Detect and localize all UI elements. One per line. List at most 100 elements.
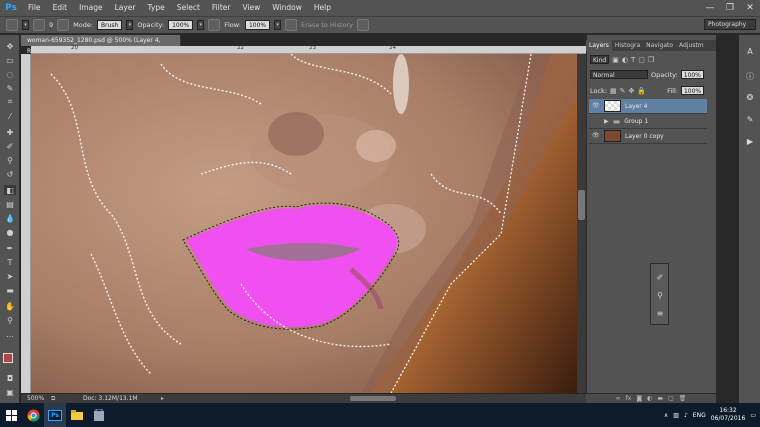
quick-mask-icon[interactable]: ◘	[4, 373, 16, 383]
layer-opacity-input[interactable]: 100%	[680, 70, 704, 79]
volume-icon[interactable]: ♪	[684, 412, 688, 419]
add-mask-icon[interactable]: ◙	[636, 395, 642, 402]
zoom-tool-icon[interactable]: ⚲	[4, 315, 16, 325]
menu-view[interactable]: View	[236, 0, 266, 16]
tab-histogram[interactable]: Histogra	[612, 40, 643, 51]
menu-edit[interactable]: Edit	[47, 0, 74, 16]
blend-mode-select[interactable]: Normal	[590, 70, 648, 79]
eyedropper-tool-icon[interactable]: ⁄	[4, 111, 16, 121]
blur-tool-icon[interactable]: 💧	[4, 213, 16, 223]
rectangle-tool-icon[interactable]: ▬	[4, 285, 16, 295]
kind-filter-select[interactable]: Kind	[590, 55, 610, 64]
menu-select[interactable]: Select	[171, 0, 206, 16]
lock-position-icon[interactable]: ✥	[629, 87, 635, 95]
mode-dropdown-icon[interactable]: ▾	[126, 20, 134, 30]
horizontal-scroll-thumb[interactable]	[350, 396, 396, 401]
tool-preset-dropdown[interactable]: ▾	[22, 20, 29, 30]
quick-select-tool-icon[interactable]: ✎	[4, 83, 16, 93]
flow-input[interactable]: 100%	[244, 20, 271, 30]
maximize-button[interactable]: ❐	[720, 0, 740, 16]
lock-pixels-icon[interactable]: ✎	[620, 87, 626, 95]
tab-layers[interactable]: Layers	[586, 40, 612, 51]
menu-file[interactable]: File	[22, 0, 47, 16]
brush-tool-icon[interactable]: ✐	[4, 141, 16, 151]
new-group-icon[interactable]: ▬	[657, 395, 663, 402]
actions-panel-icon[interactable]: ▶	[744, 137, 756, 149]
store-app-icon[interactable]	[88, 403, 110, 427]
filter-adjustment-icon[interactable]: ◐	[622, 56, 628, 64]
flow-dropdown-icon[interactable]: ▾	[274, 20, 282, 30]
vertical-scrollbar[interactable]	[577, 54, 586, 393]
foreground-color-swatch[interactable]	[3, 353, 13, 363]
file-explorer-icon[interactable]	[66, 403, 88, 427]
opacity-dropdown-icon[interactable]: ▾	[197, 20, 205, 30]
lasso-tool-icon[interactable]: ◌	[4, 69, 16, 79]
tab-navigator[interactable]: Navigato	[643, 40, 676, 51]
filter-type-icon[interactable]: T	[631, 56, 635, 64]
visibility-eye-icon[interactable]: 👁	[592, 132, 600, 140]
clock[interactable]: 16:32 06/07/2016	[711, 407, 746, 423]
brush-settings-icon[interactable]: ✐	[654, 272, 666, 282]
delete-layer-icon[interactable]: 🗑	[679, 395, 687, 402]
more-tools-icon[interactable]: …	[4, 329, 16, 339]
photoshop-taskbar-icon[interactable]: Ps	[44, 403, 66, 427]
lock-all-icon[interactable]: 🔒	[637, 87, 646, 95]
fill-input[interactable]: 100%	[680, 86, 705, 95]
move-tool-icon[interactable]: ✥	[4, 41, 16, 51]
image-canvas[interactable]	[31, 54, 577, 393]
screen-mode-icon[interactable]: ▣	[4, 387, 16, 397]
chrome-icon[interactable]	[22, 403, 44, 427]
notes-panel-icon[interactable]: ✎	[744, 115, 756, 127]
vertical-scroll-thumb[interactable]	[578, 190, 585, 220]
airbrush-icon[interactable]	[285, 19, 298, 31]
layer-style-icon[interactable]: fx	[626, 395, 632, 402]
lock-transparent-icon[interactable]: ▦	[610, 87, 617, 95]
layer-row[interactable]: 👁 Layer 0 copy	[589, 129, 707, 144]
menu-image[interactable]: Image	[73, 0, 109, 16]
minimize-button[interactable]: —	[700, 0, 720, 16]
healing-brush-tool-icon[interactable]: ✚	[4, 127, 16, 137]
menu-layer[interactable]: Layer	[109, 0, 142, 16]
brush-panel-icon[interactable]	[57, 19, 70, 31]
filter-pixel-icon[interactable]: ▣	[612, 56, 619, 64]
menu-window[interactable]: Window	[266, 0, 308, 16]
link-layers-icon[interactable]: ∞	[616, 395, 621, 402]
path-select-tool-icon[interactable]: ➤	[4, 271, 16, 281]
menu-type[interactable]: Type	[142, 0, 171, 16]
info-panel-icon[interactable]: ⓘ	[744, 71, 756, 83]
layer-row[interactable]: ▶ ▬ Group 1	[589, 114, 707, 129]
show-hidden-icons-icon[interactable]: ∧	[664, 412, 668, 419]
filter-smart-object-icon[interactable]: ❒	[648, 56, 654, 64]
expand-group-arrow-icon[interactable]: ▶	[604, 118, 609, 125]
brush-preset-icon[interactable]	[33, 19, 45, 31]
erase-to-history-checkbox[interactable]: Erase to History	[301, 21, 353, 29]
notifications-icon[interactable]: ▭	[750, 412, 756, 419]
visibility-eye-icon[interactable]	[592, 117, 600, 125]
tool-presets-icon[interactable]: ≡	[654, 308, 666, 318]
tab-adjustments[interactable]: Adjustm	[676, 40, 707, 51]
eraser-tool-icon[interactable]: ◧	[4, 185, 16, 195]
windows-start-icon[interactable]	[0, 403, 22, 427]
filter-shape-icon[interactable]: ▢	[638, 56, 645, 64]
document-tab[interactable]: woman-659352_1280.psd @ 500% (Layer 4, R…	[21, 35, 181, 55]
adjustment-layer-icon[interactable]: ◐	[647, 395, 652, 402]
eraser-tool-preset-icon[interactable]	[6, 19, 18, 31]
dodge-tool-icon[interactable]: ●	[4, 227, 16, 237]
visibility-eye-icon[interactable]: 👁	[592, 102, 600, 110]
pressure-size-icon[interactable]	[357, 19, 370, 31]
hand-tool-icon[interactable]: ✋	[4, 301, 16, 311]
menu-filter[interactable]: Filter	[206, 0, 237, 16]
marquee-tool-icon[interactable]: ▭	[4, 55, 16, 65]
language-indicator[interactable]: ENG	[693, 412, 706, 419]
clone-stamp-tool-icon[interactable]: ⚲	[4, 155, 16, 165]
styles-panel-icon[interactable]: ❂	[744, 93, 756, 105]
mode-select[interactable]: Brush	[97, 20, 123, 30]
close-button[interactable]: ✕	[740, 0, 760, 16]
workspace-select[interactable]: Photography	[704, 19, 756, 30]
layer-row[interactable]: 👁 Layer 4	[589, 99, 707, 114]
pen-tool-icon[interactable]: ✒	[4, 243, 16, 253]
character-panel-icon[interactable]: A	[744, 47, 756, 59]
network-icon[interactable]: ▥	[673, 412, 679, 419]
opacity-input[interactable]: 100%	[168, 20, 194, 30]
gradient-tool-icon[interactable]: ▤	[4, 199, 16, 209]
